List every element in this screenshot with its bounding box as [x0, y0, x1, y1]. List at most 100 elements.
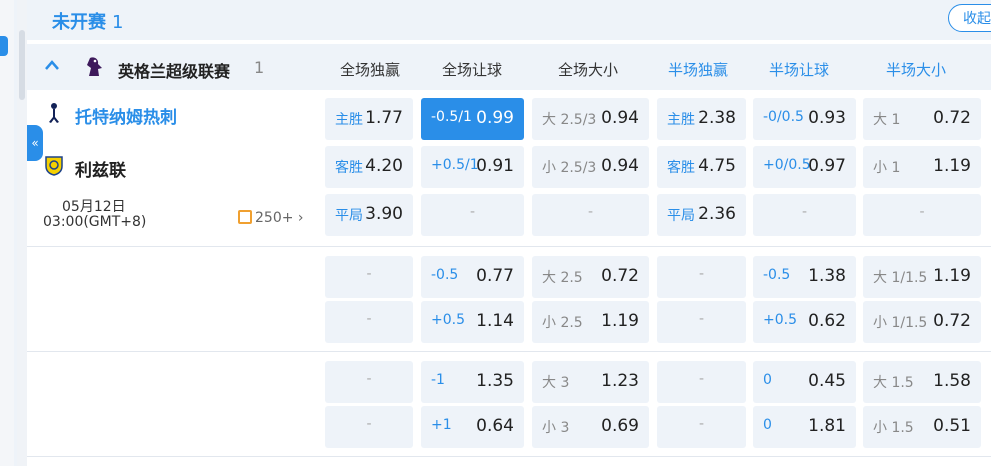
odds-cell[interactable]: 小 2.5 1.19	[532, 301, 649, 343]
empty-dash: -	[698, 311, 705, 327]
odds-value: 0.72	[933, 108, 971, 128]
odds-cell[interactable]: 0 1.81	[753, 406, 856, 448]
odds-value: 4.20	[365, 156, 403, 176]
odds-cell[interactable]: 大 3 1.23	[532, 361, 649, 403]
empty-dash: -	[366, 416, 372, 432]
league-count: 1	[254, 58, 265, 77]
odds-label: -0/0.5	[763, 109, 804, 125]
odds-cell[interactable]: +0/0.5 0.97	[753, 146, 856, 188]
odds-value: 1.19	[933, 156, 971, 176]
odds-label: 大 1.5	[873, 375, 914, 391]
odds-value: 0.77	[476, 266, 514, 286]
odds-cell[interactable]: -0.5 0.77	[421, 256, 524, 298]
odds-cell[interactable]: 小 1 1.19	[863, 146, 981, 188]
odds-cell[interactable]: -1 1.35	[421, 361, 524, 403]
odds-cell[interactable]: +0.5/1 0.91	[421, 146, 524, 188]
odds-value: 1.38	[808, 266, 846, 286]
odds-label: -0.5/1	[431, 109, 472, 125]
odds-label: 0	[763, 372, 772, 388]
odds-label: 小 1.5	[873, 420, 914, 436]
odds-label: 大 2.5	[542, 270, 583, 286]
odds-cell[interactable]: -0.5/1 0.99	[421, 98, 524, 140]
odds-value: 1.14	[476, 311, 514, 331]
odds-cell[interactable]: 平局 3.90	[325, 194, 413, 236]
odds-label: 主胜	[667, 112, 695, 128]
odds-value: 1.81	[808, 416, 846, 436]
odds-value: 1.58	[933, 371, 971, 391]
odds-cell[interactable]: 客胜 4.75	[657, 146, 746, 188]
col-header-ht-1x2: 半场独赢	[667, 61, 728, 79]
col-header-ft-ou: 全场大小	[557, 61, 618, 79]
odds-cell-empty: -	[657, 301, 746, 343]
odds-label: 客胜	[335, 160, 363, 176]
odds-label: 平局	[335, 208, 363, 224]
home-team-name[interactable]: 托特纳姆热刺	[75, 103, 177, 128]
row-separator	[27, 456, 991, 457]
odds-cell[interactable]: +1 0.64	[421, 406, 524, 448]
odds-value: 0.94	[601, 108, 639, 128]
col-header-ht-handicap: 半场让球	[768, 61, 829, 79]
section-title: 未开赛 1	[52, 12, 124, 33]
expand-side-tab[interactable]: «	[27, 125, 43, 161]
collapse-button[interactable]: 收起	[948, 4, 991, 32]
odds-cell[interactable]: 主胜 2.38	[657, 98, 746, 140]
odds-cell[interactable]: 客胜 4.20	[325, 146, 413, 188]
leeds-crest-icon	[43, 154, 65, 176]
odds-value: 1.77	[365, 108, 403, 128]
odds-cell[interactable]: 大 1/1.5 1.19	[863, 256, 981, 298]
odds-cell-empty: -	[325, 301, 413, 343]
odds-cell[interactable]: -0.5 1.38	[753, 256, 856, 298]
odds-cell[interactable]: 小 2.5/3 0.94	[532, 146, 649, 188]
empty-dash: -	[698, 416, 705, 432]
empty-dash: -	[469, 204, 476, 220]
odds-cell-empty: -	[325, 256, 413, 298]
league-name[interactable]: 英格兰超级联赛	[118, 58, 230, 82]
odds-cell[interactable]: +0.5 1.14	[421, 301, 524, 343]
scrollbar-thumb[interactable]	[19, 30, 25, 100]
odds-cell[interactable]: +0.5 0.62	[753, 301, 856, 343]
odds-cell[interactable]: 0 0.45	[753, 361, 856, 403]
odds-value: 0.94	[601, 156, 639, 176]
odds-value: 2.36	[698, 204, 736, 224]
scrollbar[interactable]	[17, 0, 27, 466]
odds-label: 客胜	[667, 160, 695, 176]
odds-cell[interactable]: 大 2.5/3 0.94	[532, 98, 649, 140]
odds-label: 小 3	[542, 420, 570, 436]
odds-cell[interactable]: 大 2.5 0.72	[532, 256, 649, 298]
odds-label: 平局	[667, 208, 695, 224]
odds-cell-empty: -	[421, 194, 524, 236]
odds-value: 0.62	[808, 311, 846, 331]
empty-dash: -	[919, 204, 925, 220]
odds-value: 0.69	[601, 416, 639, 436]
empty-dash: -	[366, 371, 372, 387]
odds-label: -0.5	[763, 267, 791, 283]
odds-value: 0.72	[933, 311, 971, 331]
odds-cell[interactable]: 小 1.5 0.51	[863, 406, 981, 448]
odds-value: 3.90	[365, 204, 403, 224]
odds-label: -1	[431, 372, 445, 388]
odds-label: 小 2.5	[542, 315, 583, 331]
odds-cell[interactable]: 大 1.5 1.58	[863, 361, 981, 403]
away-team-name[interactable]: 利兹联	[75, 156, 126, 181]
odds-cell[interactable]: 小 3 0.69	[532, 406, 649, 448]
odds-value: 0.72	[601, 266, 639, 286]
odds-cell-empty: -	[863, 194, 981, 236]
odds-label: +0.5	[431, 312, 465, 328]
empty-dash: -	[366, 311, 372, 327]
odds-cell[interactable]: 平局 2.36	[657, 194, 746, 236]
odds-value: 4.75	[698, 156, 736, 176]
odds-cell[interactable]: 主胜 1.77	[325, 98, 413, 140]
nav-marker[interactable]	[0, 36, 8, 56]
odds-cell[interactable]: -0/0.5 0.93	[753, 98, 856, 140]
row-separator	[27, 246, 991, 247]
odds-label: 大 1	[873, 112, 901, 128]
odds-value: 1.23	[601, 371, 639, 391]
odds-label: 大 2.5/3	[542, 112, 597, 128]
odds-cell[interactable]: 大 1 0.72	[863, 98, 981, 140]
odds-cell[interactable]: 小 1/1.5 0.72	[863, 301, 981, 343]
more-markets-link[interactable]: 250+ ›	[238, 210, 304, 226]
odds-value: 0.64	[476, 416, 514, 436]
empty-dash: -	[801, 204, 808, 220]
chevron-up-icon[interactable]	[44, 56, 60, 75]
odds-label: +0/0.5	[763, 157, 811, 173]
